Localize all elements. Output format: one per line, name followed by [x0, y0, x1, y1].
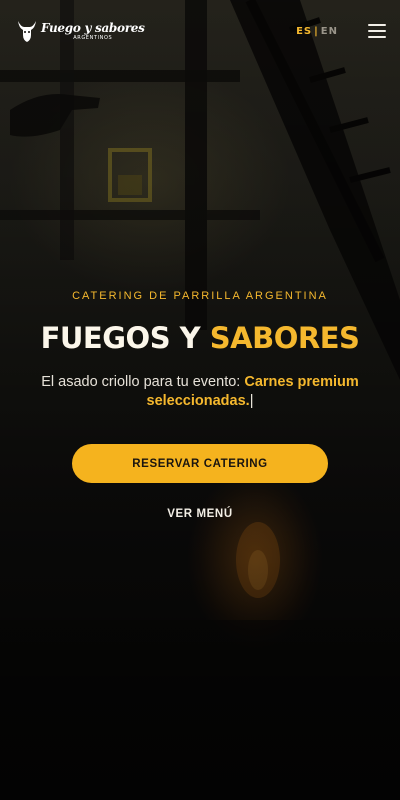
language-switcher: ES | EN	[296, 26, 338, 37]
logo-subtext: ARGENTINOS	[73, 34, 113, 41]
hero-eyebrow: CATERING DE PARRILLA ARGENTINA	[72, 290, 328, 302]
logo-wordmark: Fuego y sabores	[41, 20, 145, 35]
site-header: Fuego y sabores ARGENTINOS ES | EN	[0, 0, 400, 62]
brand-logo[interactable]: Fuego y sabores ARGENTINOS	[16, 18, 145, 44]
bull-head-icon	[18, 21, 36, 42]
hero-subtitle: El asado criollo para tu evento: Carnes …	[30, 373, 370, 411]
hero-content: CATERING DE PARRILLA ARGENTINA FUEGOS Y …	[0, 290, 400, 520]
view-menu-link[interactable]: VER MENÚ	[167, 508, 233, 520]
reserve-catering-button[interactable]: RESERVAR CATERING	[72, 444, 328, 483]
hero-title-part2: SABORES	[209, 321, 360, 355]
lang-en-option[interactable]: EN	[321, 26, 338, 37]
lang-es-option[interactable]: ES	[296, 26, 312, 37]
hero-title-part1: FUEGOS Y	[40, 321, 210, 355]
lang-separator: |	[314, 25, 319, 37]
hamburger-menu-icon[interactable]	[368, 24, 386, 38]
hero-title: FUEGOS Y SABORES	[41, 324, 360, 353]
typing-cursor: |	[249, 393, 254, 409]
subtitle-plain: El asado criollo para tu evento:	[41, 374, 245, 390]
